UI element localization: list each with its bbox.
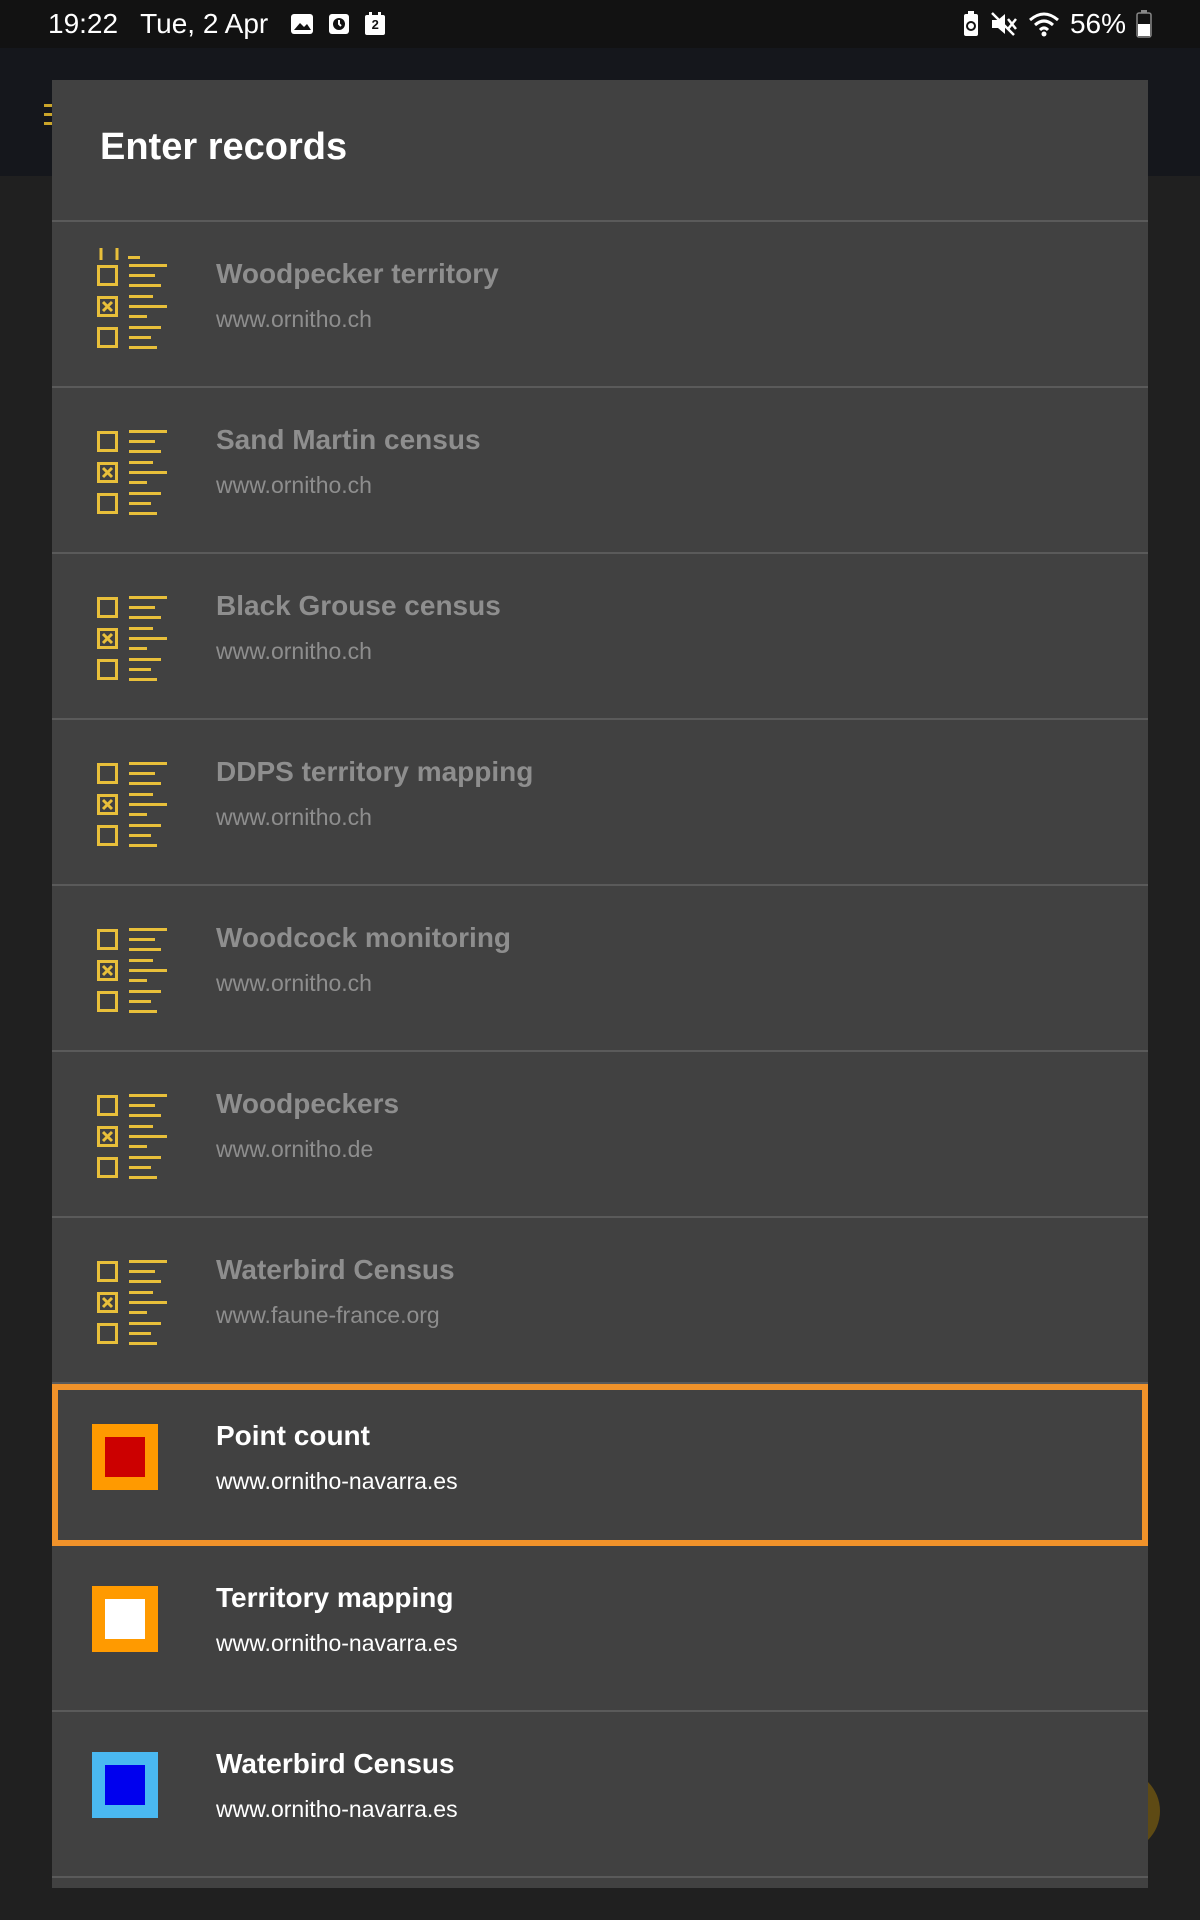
item-title: Territory mapping — [216, 1582, 454, 1613]
status-date: Tue, 2 Apr — [140, 8, 269, 39]
item-subtitle: www.ornitho.ch — [216, 472, 372, 498]
checklist-icon — [96, 262, 172, 352]
item-title: Black Grouse census — [216, 590, 501, 621]
list-item-woodpecker-territory[interactable]: Woodpecker territory www.ornitho.ch — [52, 222, 1148, 388]
orange-square-red-fill-icon — [92, 1424, 158, 1490]
item-subtitle: www.ornitho-navarra.es — [216, 1630, 458, 1656]
list-item-black-grouse-census[interactable]: Black Grouse census www.ornitho.ch — [52, 554, 1148, 720]
gallery-notification-icon — [290, 12, 314, 36]
list-item-territory-mapping[interactable]: Territory mapping www.ornitho-navarra.es — [52, 1546, 1148, 1712]
item-subtitle: www.ornitho.de — [216, 1136, 374, 1162]
item-subtitle: www.ornitho.ch — [216, 306, 372, 332]
header-divider — [52, 220, 1148, 222]
orange-square-white-fill-icon — [92, 1586, 158, 1652]
alarm-notification-icon — [328, 12, 350, 36]
calendar-notification-icon: 2 — [364, 12, 386, 36]
list-item-woodcock-monitoring[interactable]: Woodcock monitoring www.ornitho.ch — [52, 886, 1148, 1052]
item-subtitle: www.ornitho.ch — [216, 970, 372, 996]
dialog-title: Enter records — [100, 126, 348, 168]
checklist-icon — [96, 1092, 172, 1182]
item-title: Waterbird Census — [216, 1254, 455, 1285]
item-subtitle: www.ornitho-navarra.es — [216, 1468, 458, 1494]
checklist-icon — [96, 760, 172, 850]
item-subtitle: www.ornitho.ch — [216, 638, 372, 664]
checklist-icon — [96, 926, 172, 1016]
checklist-icon — [96, 428, 172, 518]
item-subtitle: www.ornitho-navarra.es — [216, 1796, 458, 1822]
battery-percent: 56% — [1069, 8, 1126, 39]
dialog-header: Enter records — [52, 80, 1148, 260]
wifi-icon — [1028, 11, 1060, 37]
item-title: Waterbird Census — [216, 1748, 455, 1779]
item-title: Woodcock monitoring — [216, 922, 512, 953]
checklist-icon — [96, 1258, 172, 1348]
list-item-point-count[interactable]: Point count www.ornitho-navarra.es — [52, 1384, 1148, 1546]
status-time: 19:22 — [48, 8, 119, 39]
battery-icon — [1136, 10, 1152, 38]
calendar-notification-badge: 2 — [371, 17, 379, 32]
item-title: Sand Martin census — [216, 424, 481, 455]
status-bar: 19:22 Tue, 2 Apr 2 56% — [0, 0, 1200, 48]
list-item-ddps-territory-mapping[interactable]: DDPS territory mapping www.ornitho.ch — [52, 720, 1148, 886]
item-subtitle: www.faune-france.org — [216, 1302, 440, 1328]
mute-icon — [990, 11, 1018, 37]
list-item-woodpeckers[interactable]: Woodpeckers www.ornitho.de — [52, 1052, 1148, 1218]
item-title: Point count — [216, 1420, 370, 1451]
enter-records-dialog: Enter records Woodpecker territory www.or… — [52, 80, 1148, 1888]
item-title: Woodpeckers — [216, 1088, 400, 1119]
list-item-waterbird-census[interactable]: Waterbird Census www.ornitho-navarra.es — [52, 1712, 1148, 1878]
checklist-icon — [96, 594, 172, 684]
item-title: Woodpecker territory — [216, 258, 499, 289]
item-subtitle: www.ornitho.ch — [216, 804, 372, 830]
list-item-waterbird-census[interactable]: Waterbird Census www.faune-france.org — [52, 1218, 1148, 1384]
list-item-sand-martin-census[interactable]: Sand Martin census www.ornitho.ch — [52, 388, 1148, 554]
battery-saver-icon — [962, 11, 980, 37]
item-title: DDPS territory mapping — [216, 756, 534, 787]
blue-square-icon — [92, 1752, 158, 1818]
records-list: Woodpecker territory www.ornitho.ch Sand … — [52, 222, 1148, 1878]
